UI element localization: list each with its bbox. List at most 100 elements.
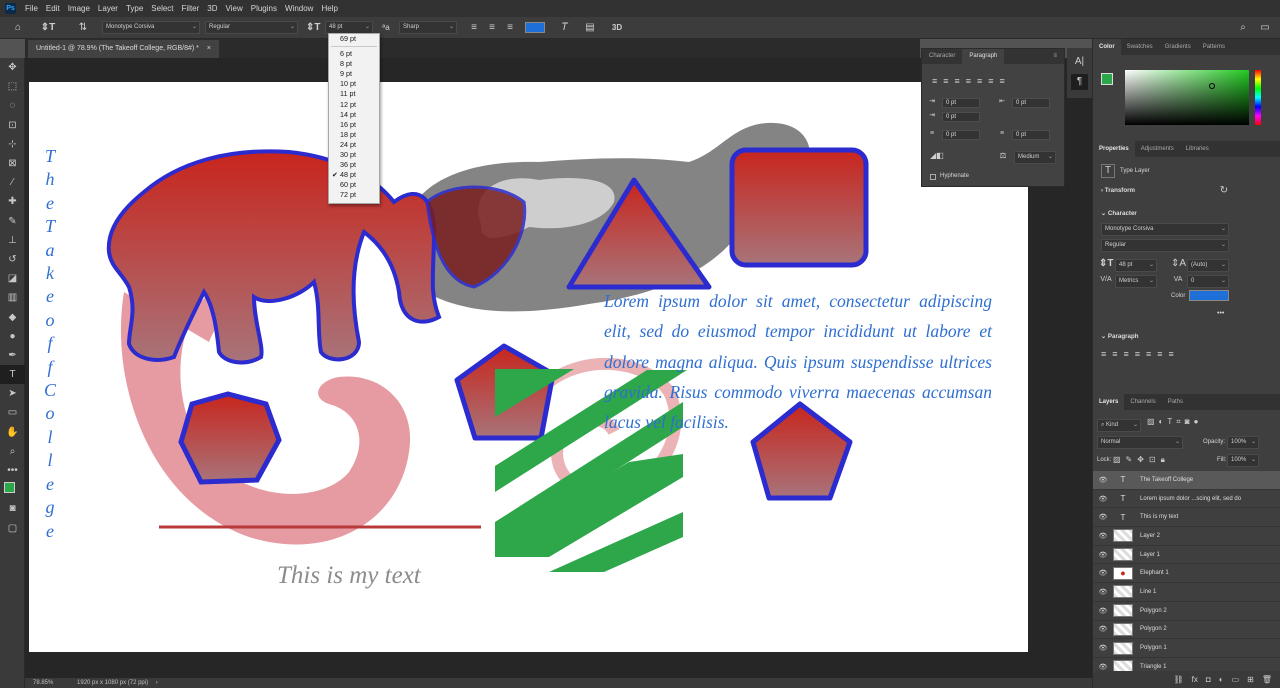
quick-select-tool-icon[interactable]: ⊡ [0,116,25,135]
font-style-dropdown[interactable]: Regular [205,21,298,34]
menu-3d[interactable]: 3D [207,4,217,13]
antialias-dropdown[interactable]: Sharp [399,21,457,34]
opacity-field[interactable]: 100% [1227,436,1259,449]
3d-button[interactable]: 3D [610,20,624,36]
menu-layer[interactable]: Layer [98,4,118,13]
size-option[interactable]: 6 pt [329,49,379,59]
visibility-eye-icon[interactable]: 👁︎ [1093,551,1113,559]
properties-style-dropdown[interactable]: Regular [1101,239,1229,252]
folder-icon[interactable]: ▭ [1232,675,1240,684]
zoom-level[interactable]: 78.85% [33,680,53,686]
visibility-eye-icon[interactable]: 👁︎ [1093,569,1113,577]
my-text-layer[interactable]: This is my text [277,562,421,590]
document-canvas[interactable]: T h e T a k e o f f C o l l e g e Lorem … [29,82,1028,652]
menu-filter[interactable]: Filter [182,4,200,13]
dodge-tool-icon[interactable]: ● [0,327,25,346]
paragraph-panel-icon[interactable]: ¶ [1071,74,1088,90]
brush-tool-icon[interactable]: ✎ [0,212,25,231]
move-tool-icon[interactable]: ✥ [0,58,25,77]
tab-paragraph[interactable]: Paragraph [962,49,1005,64]
visibility-eye-icon[interactable]: 👁︎ [1093,476,1113,484]
tab-patterns[interactable]: Patterns [1197,39,1231,55]
tab-adjustments[interactable]: Adjustments [1135,141,1180,157]
align-left-icon[interactable]: ≡ [468,20,480,36]
menu-image[interactable]: Image [68,4,90,13]
tab-layers[interactable]: Layers [1093,394,1125,410]
tab-swatches[interactable]: Swatches [1121,39,1159,55]
menu-select[interactable]: Select [151,4,173,13]
size-option[interactable]: 10 pt [329,79,379,89]
text-color-swatch[interactable] [525,22,545,33]
layer-row[interactable]: 👁︎ Polygon 2 [1093,621,1280,640]
layer-row[interactable]: 👁︎ T Lorem ipsum dolor ...scing elit, sed … [1093,490,1280,509]
fill-field[interactable]: 100% [1227,454,1259,467]
layer-row[interactable]: 👁︎ Line 1 [1093,583,1280,602]
more-options-icon[interactable]: ••• [1217,310,1224,317]
visibility-eye-icon[interactable]: 👁︎ [1093,644,1113,652]
clone-stamp-tool-icon[interactable]: ⊥ [0,231,25,250]
align-center-icon[interactable]: ≡ [486,20,498,36]
panel-menu-icon[interactable]: ≡ [1046,49,1064,64]
size-option[interactable]: 9 pt [329,69,379,79]
close-tab-icon[interactable]: × [207,45,211,52]
blur-tool-icon[interactable]: ◆ [0,307,25,326]
document-tab[interactable]: Untitled-1 @ 78.9% (The Takeoff College,… [28,40,219,58]
menu-window[interactable]: Window [285,4,313,13]
visibility-eye-icon[interactable]: 👁︎ [1093,607,1113,615]
paragraph-section[interactable]: ⌄ Paragraph [1101,333,1139,340]
type-tool-icon[interactable]: T [0,365,25,385]
reset-transform-icon[interactable]: ↻ [1217,183,1231,199]
visibility-eye-icon[interactable]: 👁︎ [1093,495,1113,503]
properties-size-field[interactable]: 48 pt [1115,259,1157,272]
frame-tool-icon[interactable]: ⊠ [0,154,25,173]
properties-tracking-field[interactable]: 0 [1187,275,1229,288]
composer-dropdown[interactable]: Medium [1014,151,1056,164]
layer-filter-dropdown[interactable]: ⌕ Kind [1097,419,1141,432]
size-option[interactable]: 11 pt [329,89,379,99]
size-option[interactable]: 36 pt [329,160,379,170]
healing-brush-tool-icon[interactable]: ✚ [0,192,25,211]
lasso-tool-icon[interactable]: ◌ [0,96,25,115]
menu-view[interactable]: View [226,4,243,13]
tab-paths[interactable]: Paths [1162,394,1189,410]
character-panel-icon[interactable]: A| [1067,54,1092,70]
path-selection-tool-icon[interactable]: ➤ [0,384,25,403]
menu-plugins[interactable]: Plugins [251,4,277,13]
pen-tool-icon[interactable]: ✒ [0,346,25,365]
chevron-right-icon[interactable]: › [156,680,158,686]
new-layer-icon[interactable]: ⊞ [1247,675,1254,684]
tab-color[interactable]: Color [1093,39,1121,55]
eraser-tool-icon[interactable]: ◪ [0,269,25,288]
size-option-top[interactable]: 69 pt [329,34,379,44]
properties-kerning-field[interactable]: Metrics [1115,275,1157,288]
transform-section[interactable]: › Transform [1101,187,1135,194]
visibility-eye-icon[interactable]: 👁︎ [1093,625,1113,633]
tab-libraries[interactable]: Libraries [1180,141,1215,157]
shape-tool-icon[interactable]: ▭ [0,403,25,422]
paragraph-align-buttons[interactable]: ≡≡≡≡≡≡≡ [932,76,1011,86]
size-option[interactable]: 12 pt [329,100,379,110]
fx-icon[interactable]: fx [1192,675,1198,684]
layer-filter-icons[interactable]: ▨◐T⌗◙● [1147,417,1202,427]
screen-mode-icon[interactable]: ▢ [0,519,25,538]
color-swatches[interactable] [0,480,25,500]
properties-font-dropdown[interactable]: Monotype Corsiva [1101,223,1229,236]
menu-file[interactable]: File [25,4,38,13]
size-option[interactable]: 8 pt [329,59,379,69]
size-option[interactable]: 14 pt [329,110,379,120]
space-after-field[interactable]: 0 pt [1012,130,1050,140]
color-field[interactable] [1125,70,1249,125]
visibility-eye-icon[interactable]: 👁︎ [1093,588,1113,596]
link-icon[interactable]: ⛓︎ [1174,675,1184,684]
visibility-eye-icon[interactable]: 👁︎ [1093,663,1113,671]
layer-row[interactable]: 👁︎ Layer 1 [1093,546,1280,565]
zoom-tool-icon[interactable]: ⌕ [0,442,25,461]
indent-left-field[interactable]: 0 pt [942,98,980,108]
more-tools-icon[interactable]: ••• [0,461,25,480]
visibility-eye-icon[interactable]: 👁︎ [1093,513,1113,521]
eyedropper-tool-icon[interactable]: ⁄ [0,173,25,192]
menu-type[interactable]: Type [126,4,143,13]
first-line-indent-field[interactable]: 0 pt [942,112,980,122]
tab-channels[interactable]: Channels [1124,394,1161,410]
document-info[interactable]: 1920 px x 1080 px (72 ppi) [77,680,148,686]
